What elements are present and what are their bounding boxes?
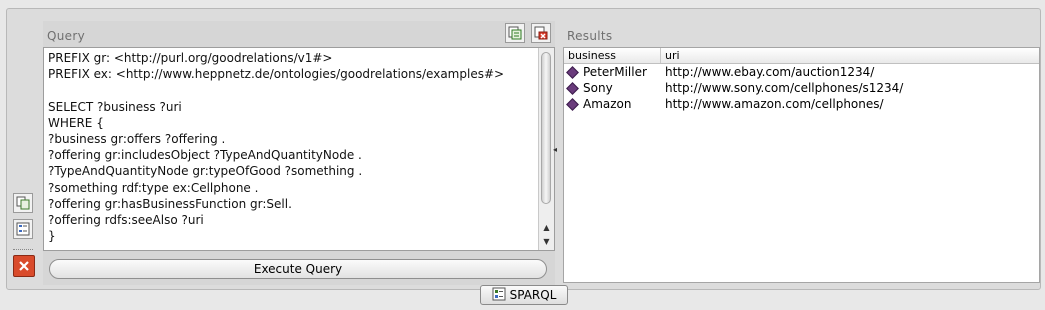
new-query-icon[interactable] <box>505 23 525 43</box>
column-header-uri[interactable]: uri <box>661 48 684 63</box>
scroll-up-icon[interactable]: ▲ <box>539 220 554 234</box>
individual-icon <box>566 65 579 79</box>
individual-icon <box>566 81 579 95</box>
results-panel: Results business uri PeterMiller http://… <box>563 21 1041 285</box>
results-table: business uri PeterMiller http://www.ebay… <box>563 47 1040 283</box>
column-header-business[interactable]: business <box>564 48 661 63</box>
split-divider-handle[interactable]: ◂ <box>553 145 557 154</box>
query-scrollbar[interactable]: ▲ ▼ <box>538 48 554 250</box>
sparql-tab-icon <box>492 287 506 304</box>
table-row[interactable]: PeterMiller http://www.ebay.com/auction1… <box>564 64 1039 80</box>
query-editor[interactable]: PREFIX gr: <http://purl.org/goodrelation… <box>43 47 555 251</box>
sparql-tab[interactable]: SPARQL <box>480 285 568 305</box>
sparql-view-container: Query PREFIX gr: <http://purl.org/goodre… <box>6 8 1041 290</box>
business-cell: Amazon <box>583 97 632 111</box>
toolbar-separator <box>13 249 33 252</box>
query-panel-title: Query <box>47 29 85 43</box>
copy-view-icon[interactable] <box>13 193 33 213</box>
table-row[interactable]: Amazon http://www.amazon.com/cellphones/ <box>564 96 1039 112</box>
table-row[interactable]: Sony http://www.sony.com/cellphones/s123… <box>564 80 1039 96</box>
results-table-header: business uri <box>564 48 1039 64</box>
query-text[interactable]: PREFIX gr: <http://purl.org/goodrelation… <box>44 48 542 250</box>
business-cell: Sony <box>583 81 613 95</box>
scroll-down-icon[interactable]: ▼ <box>539 234 554 248</box>
list-view-icon[interactable] <box>13 219 33 239</box>
business-cell: PeterMiller <box>583 65 647 79</box>
close-icon[interactable] <box>13 255 35 277</box>
uri-cell: http://www.amazon.com/cellphones/ <box>665 97 884 111</box>
clear-query-icon[interactable] <box>531 23 551 43</box>
uri-cell: http://www.sony.com/cellphones/s1234/ <box>665 81 904 95</box>
query-panel: Query PREFIX gr: <http://purl.org/goodre… <box>43 21 555 285</box>
results-panel-title: Results <box>567 29 613 43</box>
uri-cell: http://www.ebay.com/auction1234/ <box>665 65 875 79</box>
sparql-tab-label: SPARQL <box>509 288 557 302</box>
scrollbar-thumb[interactable] <box>541 52 551 204</box>
execute-query-button[interactable]: Execute Query <box>49 259 547 279</box>
individual-icon <box>566 97 579 111</box>
